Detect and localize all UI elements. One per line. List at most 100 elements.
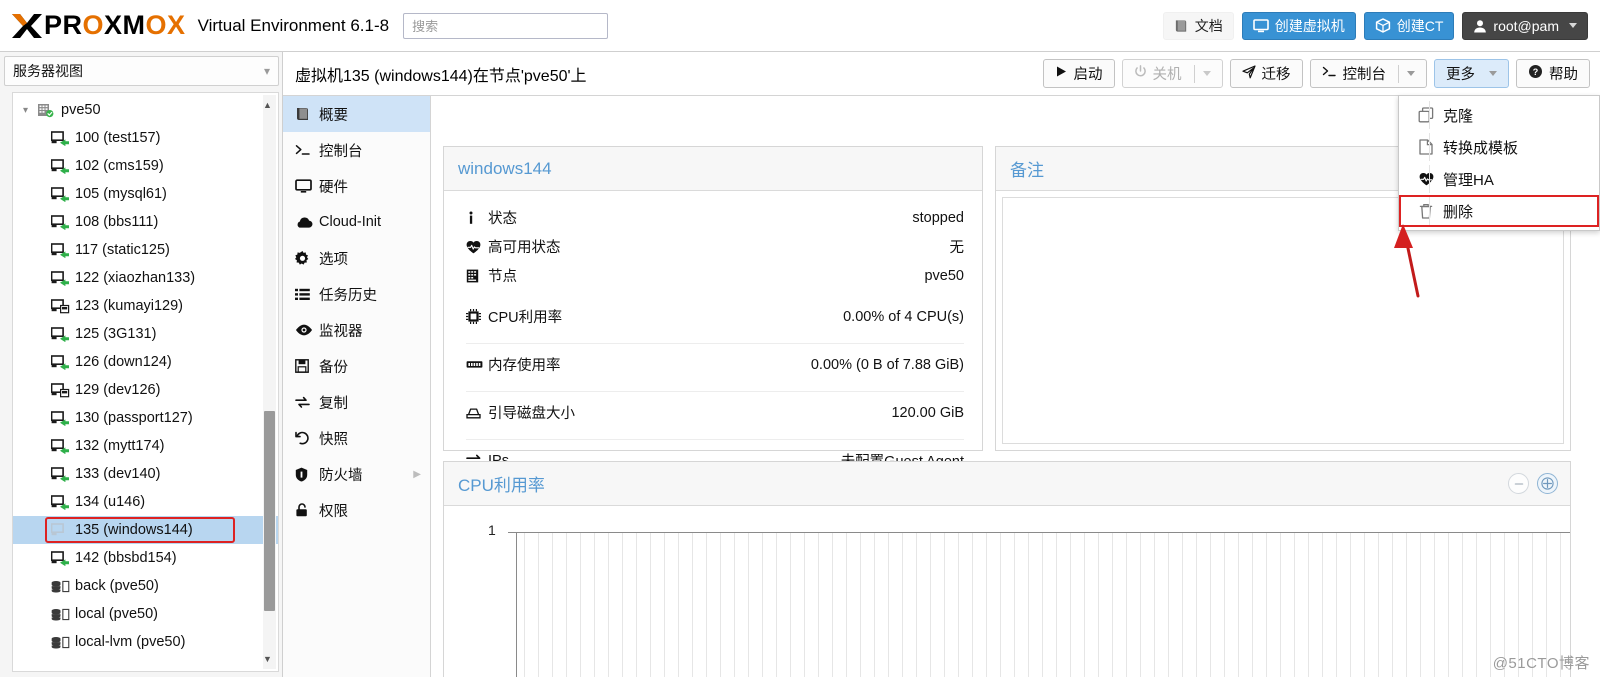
more-dropdown-menu[interactable]: 克隆 转换成模板管理HA 删除	[1398, 95, 1600, 231]
chart-gridline	[734, 533, 735, 677]
status-row: 高可用状态 无	[444, 232, 982, 261]
chart-gridline	[1210, 533, 1211, 677]
dropdown-item-2[interactable]: 管理HA	[1399, 163, 1599, 195]
qemu-icon	[51, 214, 73, 230]
more-button[interactable]: 更多	[1434, 59, 1509, 88]
tree-item[interactable]: 125 (3G131)	[13, 320, 278, 348]
cpu-chart-plot[interactable]: 1	[444, 506, 1570, 677]
tree-scrollbar-thumb[interactable]	[264, 411, 275, 611]
tree-item[interactable]: 108 (bbs111)	[13, 208, 278, 236]
tree-item[interactable]: 123 (kumayi129)	[13, 292, 278, 320]
nav-item-1[interactable]: 控制台	[283, 132, 430, 168]
tree-item[interactable]: 126 (down124)	[13, 348, 278, 376]
documentation-button[interactable]: 文档	[1162, 11, 1234, 40]
chart-y-axis	[516, 532, 517, 677]
tree-item-label: 123 (kumayi129)	[75, 298, 183, 314]
tree-item[interactable]: 134 (u146)	[13, 488, 278, 516]
page-title: 虚拟机135 (windows144)在节点'pve50'上	[295, 67, 587, 85]
status-row-value: 无	[949, 240, 965, 256]
nav-item-label: 防火墙	[319, 467, 363, 484]
nav-item-7[interactable]: 备份	[283, 348, 430, 384]
play-icon	[1055, 65, 1068, 82]
notes-textarea[interactable]	[1002, 197, 1564, 444]
tree-item[interactable]: 132 (mytt174)	[13, 432, 278, 460]
save-icon	[295, 359, 319, 373]
chart-gridline	[804, 533, 805, 677]
dropdown-item-1[interactable]: 转换成模板	[1399, 131, 1599, 163]
dropdown-item-label: 删除	[1443, 203, 1474, 221]
tree-item[interactable]: 122 (xiaozhan133)	[13, 264, 278, 292]
dropdown-item-label: 管理HA	[1443, 171, 1494, 189]
tree-item-selected[interactable]: 135 (windows144)	[13, 516, 278, 544]
zoom-in-icon[interactable]	[1537, 473, 1558, 494]
chart-gridline	[524, 533, 525, 677]
chart-gridline	[916, 533, 917, 677]
nav-item-10[interactable]: 防火墙 ▶	[283, 456, 430, 492]
qemu-icon	[51, 242, 73, 258]
shutdown-button[interactable]: 关机	[1121, 59, 1223, 88]
nav-item-label: 权限	[319, 503, 348, 520]
chart-gridline	[762, 533, 763, 677]
user-menu-button[interactable]: root@pam	[1462, 11, 1588, 40]
proxmox-logo[interactable]: PROXMOX	[10, 10, 186, 42]
menu-icon-divider	[1429, 165, 1430, 193]
chart-y-tickmark	[508, 532, 516, 533]
nav-item-11[interactable]: 权限	[283, 492, 430, 528]
view-selector[interactable]: 服务器视图 ▾	[4, 56, 279, 86]
help-button[interactable]: ? 帮助	[1516, 59, 1590, 88]
tree-item-label: local (pve50)	[75, 606, 159, 622]
migrate-button[interactable]: 迁移	[1229, 59, 1303, 88]
chart-gridline	[846, 533, 847, 677]
vm-nav-menu[interactable]: 概要 控制台 硬件 Cloud-Init 选项 任务历史 监视器 备份 复制 快照 防火墙 ▶ 权限	[283, 96, 431, 677]
qemu-icon	[51, 466, 73, 482]
nav-item-9[interactable]: 快照	[283, 420, 430, 456]
nav-item-0[interactable]: 概要	[283, 96, 430, 132]
chevron-down-icon[interactable]	[1202, 71, 1211, 76]
tree-item[interactable]: ▾ pve50	[13, 96, 278, 124]
scroll-up-arrow-icon[interactable]: ▲	[261, 97, 274, 113]
nav-item-2[interactable]: 硬件	[283, 168, 430, 204]
tree-item[interactable]: 117 (static125)	[13, 236, 278, 264]
tree-expander-icon[interactable]: ▾	[23, 105, 37, 116]
nav-item-3[interactable]: Cloud-Init	[283, 204, 430, 240]
tree-item[interactable]: local (pve50)	[13, 600, 278, 628]
tree-item[interactable]: 105 (mysql61)	[13, 180, 278, 208]
dropdown-item-0[interactable]: 克隆	[1399, 99, 1599, 131]
chevron-down-icon[interactable]	[1407, 71, 1415, 76]
create-vm-button[interactable]: 创建虚拟机	[1241, 11, 1356, 40]
console-button[interactable]: 控制台	[1309, 59, 1427, 88]
qemu-icon	[51, 410, 73, 426]
tree-item[interactable]: 100 (test157)	[13, 124, 278, 152]
cpu-usage-chart-panel: CPU利用率 1	[443, 461, 1571, 677]
scroll-down-arrow-icon[interactable]: ▼	[261, 651, 274, 667]
monitor-icon	[1252, 18, 1269, 33]
replicate-icon	[295, 396, 319, 409]
tree-item[interactable]: 129 (dev126)	[13, 376, 278, 404]
status-row: 节点 pve50	[444, 261, 982, 290]
nav-item-5[interactable]: 任务历史	[283, 276, 430, 312]
start-button[interactable]: 启动	[1042, 59, 1115, 88]
nav-item-8[interactable]: 复制	[283, 384, 430, 420]
nav-item-4[interactable]: 选项	[283, 240, 430, 276]
tree-item[interactable]: local-lvm (pve50)	[13, 628, 278, 656]
resource-tree[interactable]: ▾ pve50 100 (test157) 102 (cms159) 105 (mysq…	[12, 92, 279, 672]
console-label: 控制台	[1342, 67, 1387, 83]
dropdown-item-3[interactable]: 删除	[1399, 195, 1599, 227]
info-icon	[466, 211, 488, 225]
status-row-value: pve50	[924, 267, 964, 284]
search-input[interactable]: 搜索	[403, 12, 609, 39]
tree-item[interactable]: 142 (bbsbd154)	[13, 544, 278, 572]
chevron-down-icon[interactable]	[1489, 71, 1497, 76]
product-title: Virtual Environment 6.1-8	[197, 15, 390, 35]
tree-item[interactable]: 102 (cms159)	[13, 152, 278, 180]
zoom-out-icon[interactable]	[1508, 473, 1529, 494]
tree-item[interactable]: 130 (passport127)	[13, 404, 278, 432]
tree-item[interactable]: back (pve50)	[13, 572, 278, 600]
tree-item-label: pve50	[61, 102, 101, 118]
tree-item-label: back (pve50)	[75, 578, 159, 594]
tree-item[interactable]: 133 (dev140)	[13, 460, 278, 488]
chart-gridline	[678, 533, 679, 677]
menu-icon-divider	[1429, 133, 1430, 161]
create-ct-button[interactable]: 创建CT	[1363, 11, 1455, 40]
nav-item-6[interactable]: 监视器	[283, 312, 430, 348]
